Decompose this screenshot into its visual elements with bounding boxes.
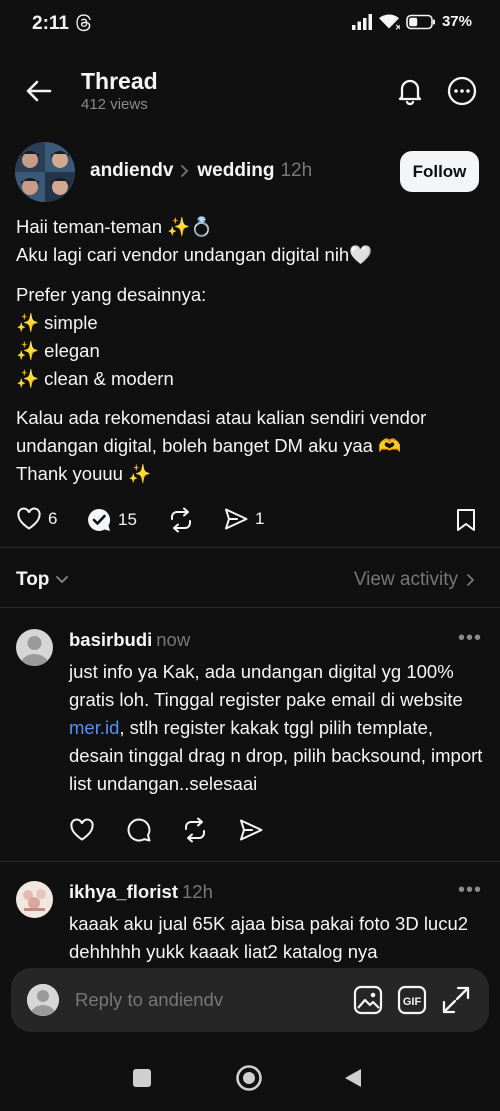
author-username[interactable]: andiendv [90, 160, 173, 182]
follow-button[interactable]: Follow [400, 151, 479, 192]
comment-time: now [156, 629, 191, 650]
post-line: ✨ elegan [16, 340, 100, 361]
post-line: Thank youuu ✨ [16, 463, 152, 484]
battery-icon [406, 14, 436, 30]
view-activity-link[interactable]: View activity [354, 569, 476, 591]
post-line: ✨ clean & modern [16, 368, 174, 389]
default-avatar [27, 984, 59, 1016]
view-activity-label: View activity [353, 569, 458, 590]
comment-text-part: , stlh register kakak tggl pilih templat… [69, 717, 483, 794]
nav-back-button[interactable] [343, 1067, 363, 1089]
comment-repost-icon[interactable] [182, 817, 208, 843]
comment-heart-icon[interactable] [69, 818, 95, 842]
battery-percent: 37% [441, 13, 472, 30]
chevron-down-icon [55, 575, 69, 585]
back-arrow-icon[interactable] [24, 76, 54, 106]
comment-header: basirbudi now [69, 629, 190, 651]
comment-time: 12h [182, 881, 213, 902]
comment-reply-icon[interactable] [126, 817, 152, 843]
wifi-icon: ✕ [378, 13, 400, 30]
status-right: ✕ 37% [351, 13, 472, 30]
sort-label: Top [16, 569, 50, 590]
post-line: Aku lagi cari vendor undangan digital ni… [16, 244, 373, 265]
divider [0, 861, 500, 862]
send-icon [223, 507, 249, 531]
image-icon[interactable] [353, 985, 383, 1015]
page-title: Thread [81, 68, 158, 94]
default-avatar[interactable] [16, 629, 53, 666]
comment-text: just info ya Kak, ada undangan digital y… [69, 658, 489, 798]
like-action[interactable]: 6 [16, 507, 57, 531]
comment-send-icon[interactable] [238, 818, 264, 842]
author-line: andiendv wedding 12h [90, 160, 312, 182]
svg-text:✕: ✕ [395, 23, 400, 30]
svg-text:GIF: GIF [403, 996, 422, 1008]
status-time: 2:11 [32, 13, 69, 34]
divider [0, 607, 500, 608]
comment-username[interactable]: basirbudi [69, 629, 152, 650]
post-line: undangan digital, boleh banget DM aku ya… [16, 435, 402, 456]
reply-input[interactable]: Reply to andiendv [75, 989, 353, 1011]
comment-text-part: just info ya Kak, ada undangan digital y… [69, 661, 463, 710]
gif-icon[interactable]: GIF [397, 985, 427, 1015]
bell-icon[interactable] [395, 76, 425, 106]
home-button[interactable] [235, 1064, 263, 1092]
like-count: 6 [48, 509, 58, 528]
author-avatar[interactable] [15, 142, 75, 202]
chevron-right-icon [179, 164, 191, 178]
share-count: 1 [255, 509, 265, 528]
signal-icon [351, 13, 372, 30]
reply-tools: GIF [353, 985, 471, 1015]
expand-icon[interactable] [441, 985, 471, 1015]
post-line: ✨ simple [16, 312, 98, 333]
reply-count: 15 [118, 510, 137, 529]
sort-dropdown[interactable]: Top [16, 569, 69, 591]
divider [0, 547, 500, 548]
chevron-right-icon [466, 573, 476, 587]
comment-more-icon[interactable]: ••• [458, 879, 482, 902]
post-line: Haii teman-teman ✨💍 [16, 216, 214, 237]
threads-notification-icon [76, 14, 92, 32]
comment-text: kaaak aku jual 65K ajaa bisa pakai foto … [69, 913, 469, 962]
reply-bar[interactable]: Reply to andiendv GIF [11, 968, 489, 1032]
recent-apps-button[interactable] [133, 1069, 151, 1087]
post-line: Kalau ada rekomendasi atau kalian sendir… [16, 407, 427, 428]
florist-avatar[interactable] [16, 881, 53, 918]
post-time: 12h [280, 160, 313, 181]
reply-check-icon [86, 507, 112, 533]
bookmark-icon[interactable] [455, 507, 477, 533]
more-options-icon[interactable] [447, 76, 477, 106]
share-action[interactable]: 1 [223, 507, 264, 531]
comment-header: ikhya_florist 12h [69, 881, 213, 903]
topic-tag[interactable]: wedding [197, 160, 274, 182]
heart-icon [16, 507, 42, 531]
post-line: Prefer yang desainnya: [16, 284, 207, 305]
reply-action[interactable]: 15 [86, 507, 137, 533]
comment-more-icon[interactable]: ••• [458, 627, 482, 650]
comment-username[interactable]: ikhya_florist [69, 881, 178, 902]
view-count: 412 views [81, 96, 148, 113]
repost-icon[interactable] [168, 507, 194, 533]
comment-link[interactable]: mer.id [69, 717, 119, 738]
